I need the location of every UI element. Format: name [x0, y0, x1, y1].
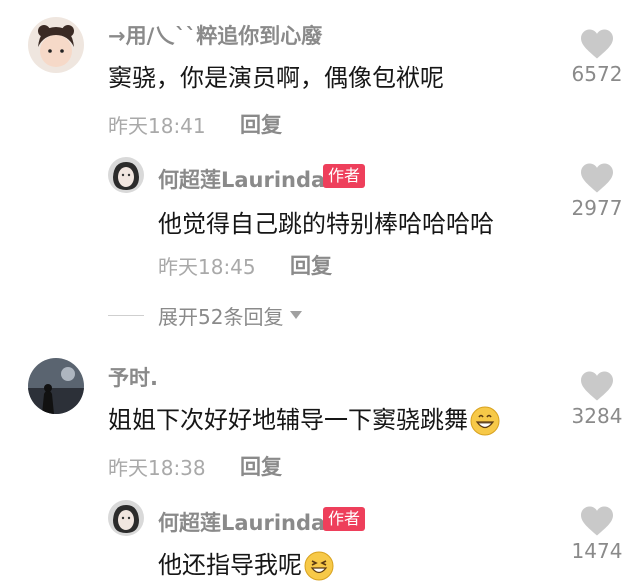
avatar[interactable]: [108, 157, 144, 193]
reply-username[interactable]: 何超莲Laurinda: [158, 164, 325, 194]
reply-text-content: 他还指导我呢: [158, 551, 302, 579]
heart-icon[interactable]: [579, 505, 615, 537]
comment-timestamp: 昨天18:38: [108, 456, 206, 480]
heart-icon[interactable]: [579, 28, 615, 60]
comment-username[interactable]: 予时.: [108, 362, 158, 392]
reply-button[interactable]: 回复: [290, 250, 332, 280]
expand-replies-label: 展开52条回复: [158, 304, 284, 329]
reply-text: 他觉得自己跳的特别棒哈哈哈哈: [158, 210, 494, 238]
divider: [108, 314, 144, 316]
grin-emoji-icon: [470, 406, 500, 436]
reply-button[interactable]: 回复: [240, 451, 282, 481]
expand-replies-button[interactable]: 展开52条回复: [108, 300, 303, 330]
author-badge: 作者: [323, 164, 366, 188]
heart-icon[interactable]: [579, 370, 615, 402]
like-button[interactable]: 6572: [561, 28, 633, 86]
comment-timestamp: 昨天18:41: [108, 114, 206, 138]
comment-text-content: 姐姐下次好好地辅导一下窦骁跳舞: [108, 406, 468, 434]
like-count: 2977: [571, 196, 623, 220]
laughing-squint-emoji-icon: [304, 551, 334, 581]
comment-text: 姐姐下次好好地辅导一下窦骁跳舞: [108, 400, 500, 436]
like-button[interactable]: 3284: [561, 370, 633, 428]
reply-username[interactable]: 何超莲Laurinda: [158, 507, 325, 537]
reply-button[interactable]: 回复: [240, 109, 282, 139]
avatar[interactable]: [28, 358, 84, 414]
like-button[interactable]: 2977: [561, 162, 633, 220]
avatar[interactable]: [108, 500, 144, 536]
comment-text: 窦骁，你是演员啊，偶像包袱呢: [108, 64, 444, 92]
like-button[interactable]: 1474: [561, 505, 633, 563]
like-count: 6572: [571, 62, 623, 86]
heart-icon[interactable]: [579, 162, 615, 194]
like-count: 1474: [571, 539, 623, 563]
avatar[interactable]: [28, 17, 84, 73]
reply-text: 他还指导我呢: [158, 545, 334, 581]
reply-timestamp: 昨天18:45: [158, 255, 256, 279]
like-count: 3284: [571, 404, 623, 428]
comment-username[interactable]: →用/乀``粹追你到心廢: [108, 20, 322, 50]
author-badge: 作者: [323, 507, 366, 531]
caret-down-icon: [290, 311, 303, 319]
